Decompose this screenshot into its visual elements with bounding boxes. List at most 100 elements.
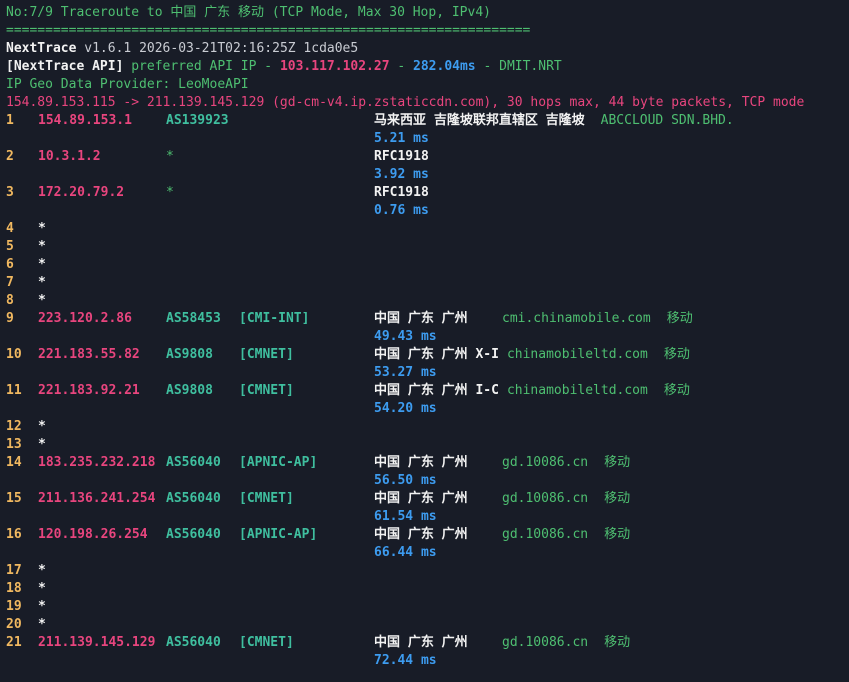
hop-number: 15 [6,491,22,506]
hop-geo: 马来西亚 吉隆坡联邦直辖区 吉隆坡 [374,113,585,128]
terminal-window: No:7/9 Traceroute to 中国 广东 移动 (TCP Mode,… [0,0,849,682]
hop-rtt: 0.76 ms [374,203,429,218]
trace-title: No:7/9 Traceroute to 中国 广东 移动 (TCP Mode,… [6,5,491,20]
api-ip: 103.117.102.27 [279,59,390,74]
hop-ip: 211.139.145.129 [38,635,156,650]
hop-asn: AS9808 [166,347,213,362]
hop-geo: RFC1918 [374,149,429,164]
hop-tag: [APNIC-AP] [239,527,318,542]
hop-ip: 211.136.241.254 [38,491,156,506]
hop-asn: AS56040 [166,527,221,542]
hop-domain: gd.10086.cn [502,635,589,650]
hop-asn: AS56040 [166,491,221,506]
hop-ip: 154.89.153.1 [38,113,132,128]
hop-isp: 移动 [604,635,631,650]
hop-tag: [CMNET] [239,491,294,506]
hop-asn: AS58453 [166,311,221,326]
api-pref-text: preferred API IP - [123,59,280,74]
hop-number: 18 [6,581,22,596]
hop-number: 1 [6,113,14,128]
hop-number: 6 [6,257,14,272]
hop-geo: 中国 广东 广州 [374,527,468,542]
hop-rtt: 56.50 ms [374,473,437,488]
hop-domain: gd.10086.cn [502,491,589,506]
hop-isp: ABCCLOUD SDN.BHD. [600,113,734,128]
hop-rtt: 53.27 ms [374,365,437,380]
timeout-star: * [38,221,46,236]
hop-number: 21 [6,635,22,650]
hop-number: 3 [6,185,14,200]
api-label: [NextTrace API] [6,59,124,74]
route-summary-line: 154.89.153.115 -> 211.139.145.129 (gd-cm… [6,95,805,110]
hop-asn: AS56040 [166,455,221,470]
hop-isp: 移动 [666,311,693,326]
hop-ip: 183.235.232.218 [38,455,156,470]
hop-tag: [CMNET] [239,347,294,362]
hop-number: 7 [6,275,14,290]
timeout-star: * [38,437,46,452]
hop-geo: 中国 广东 广州 X-I [374,347,499,362]
api-node: - DMIT.NRT [475,59,562,74]
hop-ip: 221.183.92.21 [38,383,140,398]
hop-isp: 移动 [604,527,631,542]
timeout-star: * [38,617,46,632]
timeout-star: * [38,257,46,272]
hop-rtt: 3.92 ms [374,167,429,182]
hop-ip: 120.198.26.254 [38,527,148,542]
hop-tag: [CMNET] [239,383,294,398]
hop-ip: 223.120.2.86 [38,311,132,326]
hop-number: 13 [6,437,22,452]
hop-tag: [CMI-INT] [239,311,310,326]
hop-geo: RFC1918 [374,185,429,200]
hop-rtt: 54.20 ms [374,401,437,416]
separator-line: ========================================… [6,23,531,38]
timeout-star: * [38,581,46,596]
hop-isp: 移动 [604,455,631,470]
hop-number: 8 [6,293,14,308]
hop-tag: [CMNET] [239,635,294,650]
hop-asn: * [166,149,174,164]
hop-geo: 中国 广东 广州 I-C [374,383,499,398]
app-name: NextTrace [6,41,77,56]
timeout-star: * [38,599,46,614]
hop-number: 9 [6,311,14,326]
hop-number: 2 [6,149,14,164]
hop-geo: 中国 广东 广州 [374,491,468,506]
hop-number: 17 [6,563,22,578]
hop-number: 11 [6,383,22,398]
hop-ip: 221.183.55.82 [38,347,140,362]
hop-geo: 中国 广东 广州 [374,455,468,470]
hop-rtt: 5.21 ms [374,131,429,146]
hop-domain: cmi.chinamobile.com [502,311,651,326]
geo-provider-line: IP Geo Data Provider: LeoMoeAPI [6,77,249,92]
timeout-star: * [38,563,46,578]
api-line: [NextTrace API] preferred API IP - 103.1… [6,58,562,76]
hop-number: 20 [6,617,22,632]
hop-ip: 10.3.1.2 [38,149,101,164]
hop-number: 12 [6,419,22,434]
hop-number: 10 [6,347,22,362]
hop-ip: 172.20.79.2 [38,185,125,200]
hop-rtt: 66.44 ms [374,545,437,560]
hop-domain: chinamobileltd.com [506,383,648,398]
hop-isp: 移动 [604,491,631,506]
hop-domain: gd.10086.cn [502,527,589,542]
timeout-star: * [38,293,46,308]
hop-asn: AS56040 [166,635,221,650]
hop-rtt: 49.43 ms [374,329,437,344]
hop-number: 16 [6,527,22,542]
api-latency: 282.04ms [413,59,476,74]
hop-number: 4 [6,221,14,236]
version-text: v1.6.1 2026-03-21T02:16:25Z 1cda0e5 [76,41,359,56]
version-line: NextTrace v1.6.1 2026-03-21T02:16:25Z 1c… [6,40,358,58]
hop-geo: 中国 广东 广州 [374,311,468,326]
timeout-star: * [38,419,46,434]
timeout-star: * [38,275,46,290]
hop-number: 14 [6,455,22,470]
hop-isp: 移动 [663,347,690,362]
hop-asn: * [166,185,174,200]
hop-isp: 移动 [663,383,690,398]
timeout-star: * [38,239,46,254]
hop-number: 5 [6,239,14,254]
hop-domain: gd.10086.cn [502,455,589,470]
